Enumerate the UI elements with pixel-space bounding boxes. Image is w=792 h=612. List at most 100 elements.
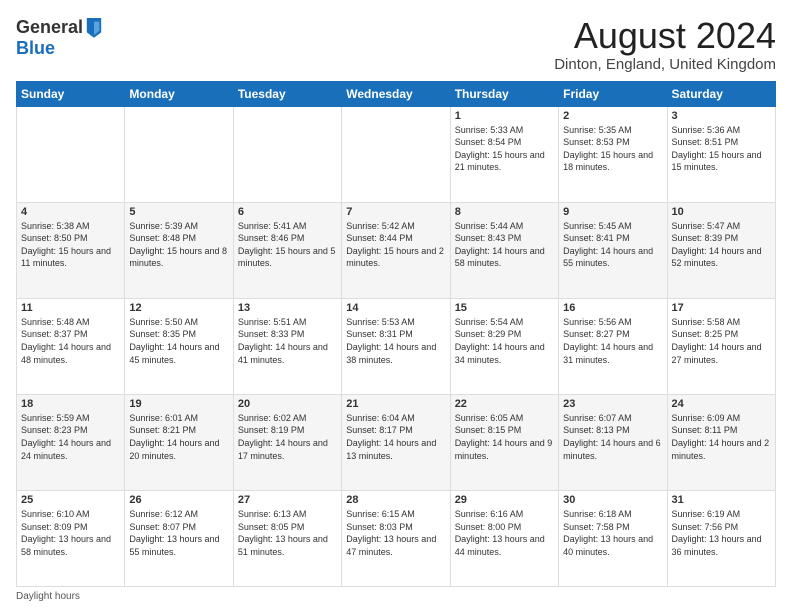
- day-info: Sunrise: 6:16 AM Sunset: 8:00 PM Dayligh…: [455, 508, 554, 558]
- day-number: 22: [455, 398, 554, 410]
- col-saturday: Saturday: [667, 81, 775, 106]
- day-cell: 14Sunrise: 5:53 AM Sunset: 8:31 PM Dayli…: [342, 298, 450, 394]
- day-number: 17: [672, 302, 771, 314]
- day-cell: 6 Sunrise: 5:41 AM Sunset: 8:46 PM Daylig…: [233, 202, 341, 298]
- logo-blue-text: Blue: [16, 38, 55, 58]
- day-number: 1: [455, 110, 554, 122]
- day-cell: 3 Sunrise: 5:36 AM Sunset: 8:51 PM Daylig…: [667, 106, 775, 202]
- day-info: Sunrise: 6:05 AM Sunset: 8:15 PM Dayligh…: [455, 412, 554, 462]
- col-sunday: Sunday: [17, 81, 125, 106]
- day-cell: 15 Sunrise: 5:54 AM Sunset: 8:29 PM Dayli…: [450, 298, 558, 394]
- day-number: 5: [129, 206, 228, 218]
- day-cell: 12 Sunrise: 5:50 AM Sunset: 8:35 PM Dayli…: [125, 298, 233, 394]
- day-number: 23: [563, 398, 662, 410]
- logo: General Blue: [16, 16, 103, 59]
- day-cell: 26 Sunrise: 6:12 AM Sunset: 8:07 PM Dayli…: [125, 490, 233, 586]
- day-number: 7: [346, 206, 445, 218]
- day-number: 2: [563, 110, 662, 122]
- logo-icon: [85, 16, 103, 38]
- day-number: 12: [129, 302, 228, 314]
- footer-note: Daylight hours: [16, 591, 776, 602]
- day-cell: 27Sunrise: 6:13 AM Sunset: 8:05 PM Dayli…: [233, 490, 341, 586]
- calendar-title: August 2024: [554, 16, 776, 56]
- day-info: Sunrise: 6:12 AM Sunset: 8:07 PM Dayligh…: [129, 508, 228, 558]
- day-number: 16: [563, 302, 662, 314]
- day-cell: [125, 106, 233, 202]
- header: General Blue August 2024 Dinton, England…: [16, 16, 776, 73]
- col-friday: Friday: [559, 81, 667, 106]
- day-info: Sunrise: 5:41 AM Sunset: 8:46 PM Dayligh…: [238, 220, 337, 270]
- day-cell: 31Sunrise: 6:19 AM Sunset: 7:56 PM Dayli…: [667, 490, 775, 586]
- day-number: 10: [672, 206, 771, 218]
- day-info: Sunrise: 5:44 AM Sunset: 8:43 PM Dayligh…: [455, 220, 554, 270]
- day-number: 15: [455, 302, 554, 314]
- calendar-subtitle: Dinton, England, United Kingdom: [554, 56, 776, 73]
- week-row-0: 1Sunrise: 5:33 AM Sunset: 8:54 PM Daylig…: [17, 106, 776, 202]
- day-info: Sunrise: 6:04 AM Sunset: 8:17 PM Dayligh…: [346, 412, 445, 462]
- day-info: Sunrise: 5:39 AM Sunset: 8:48 PM Dayligh…: [129, 220, 228, 270]
- day-cell: 21Sunrise: 6:04 AM Sunset: 8:17 PM Dayli…: [342, 394, 450, 490]
- day-cell: 17 Sunrise: 5:58 AM Sunset: 8:25 PM Dayli…: [667, 298, 775, 394]
- day-info: Sunrise: 5:54 AM Sunset: 8:29 PM Dayligh…: [455, 316, 554, 366]
- day-cell: 25 Sunrise: 6:10 AM Sunset: 8:09 PM Dayli…: [17, 490, 125, 586]
- day-info: Sunrise: 6:10 AM Sunset: 8:09 PM Dayligh…: [21, 508, 120, 558]
- day-cell: 18Sunrise: 5:59 AM Sunset: 8:23 PM Dayli…: [17, 394, 125, 490]
- day-number: 29: [455, 494, 554, 506]
- day-info: Sunrise: 5:42 AM Sunset: 8:44 PM Dayligh…: [346, 220, 445, 270]
- daylight-label: Daylight hours: [16, 591, 80, 602]
- week-row-1: 4Sunrise: 5:38 AM Sunset: 8:50 PM Daylig…: [17, 202, 776, 298]
- day-info: Sunrise: 6:07 AM Sunset: 8:13 PM Dayligh…: [563, 412, 662, 462]
- day-info: Sunrise: 5:51 AM Sunset: 8:33 PM Dayligh…: [238, 316, 337, 366]
- day-info: Sunrise: 5:47 AM Sunset: 8:39 PM Dayligh…: [672, 220, 771, 270]
- day-number: 3: [672, 110, 771, 122]
- day-cell: 16 Sunrise: 5:56 AM Sunset: 8:27 PM Dayli…: [559, 298, 667, 394]
- day-info: Sunrise: 6:02 AM Sunset: 8:19 PM Dayligh…: [238, 412, 337, 462]
- day-cell: 8 Sunrise: 5:44 AM Sunset: 8:43 PM Daylig…: [450, 202, 558, 298]
- day-cell: 13Sunrise: 5:51 AM Sunset: 8:33 PM Dayli…: [233, 298, 341, 394]
- day-cell: 20 Sunrise: 6:02 AM Sunset: 8:19 PM Dayli…: [233, 394, 341, 490]
- day-info: Sunrise: 5:53 AM Sunset: 8:31 PM Dayligh…: [346, 316, 445, 366]
- day-cell: 19 Sunrise: 6:01 AM Sunset: 8:21 PM Dayli…: [125, 394, 233, 490]
- day-info: Sunrise: 6:09 AM Sunset: 8:11 PM Dayligh…: [672, 412, 771, 462]
- header-row: Sunday Monday Tuesday Wednesday Thursday…: [17, 81, 776, 106]
- day-cell: [17, 106, 125, 202]
- title-block: August 2024 Dinton, England, United King…: [554, 16, 776, 73]
- week-row-3: 18Sunrise: 5:59 AM Sunset: 8:23 PM Dayli…: [17, 394, 776, 490]
- day-cell: [342, 106, 450, 202]
- day-cell: 22 Sunrise: 6:05 AM Sunset: 8:15 PM Dayli…: [450, 394, 558, 490]
- day-info: Sunrise: 5:36 AM Sunset: 8:51 PM Dayligh…: [672, 124, 771, 174]
- week-row-2: 11Sunrise: 5:48 AM Sunset: 8:37 PM Dayli…: [17, 298, 776, 394]
- day-number: 25: [21, 494, 120, 506]
- day-info: Sunrise: 5:35 AM Sunset: 8:53 PM Dayligh…: [563, 124, 662, 174]
- day-info: Sunrise: 6:15 AM Sunset: 8:03 PM Dayligh…: [346, 508, 445, 558]
- day-number: 20: [238, 398, 337, 410]
- day-cell: 5 Sunrise: 5:39 AM Sunset: 8:48 PM Daylig…: [125, 202, 233, 298]
- day-number: 27: [238, 494, 337, 506]
- day-cell: [233, 106, 341, 202]
- day-number: 9: [563, 206, 662, 218]
- day-number: 24: [672, 398, 771, 410]
- day-info: Sunrise: 6:01 AM Sunset: 8:21 PM Dayligh…: [129, 412, 228, 462]
- col-wednesday: Wednesday: [342, 81, 450, 106]
- day-cell: 24 Sunrise: 6:09 AM Sunset: 8:11 PM Dayli…: [667, 394, 775, 490]
- calendar-table: Sunday Monday Tuesday Wednesday Thursday…: [16, 81, 776, 587]
- day-info: Sunrise: 5:50 AM Sunset: 8:35 PM Dayligh…: [129, 316, 228, 366]
- day-number: 18: [21, 398, 120, 410]
- day-cell: 23 Sunrise: 6:07 AM Sunset: 8:13 PM Dayli…: [559, 394, 667, 490]
- page: General Blue August 2024 Dinton, England…: [0, 0, 792, 612]
- col-thursday: Thursday: [450, 81, 558, 106]
- day-number: 28: [346, 494, 445, 506]
- day-number: 6: [238, 206, 337, 218]
- day-number: 19: [129, 398, 228, 410]
- day-cell: 2 Sunrise: 5:35 AM Sunset: 8:53 PM Daylig…: [559, 106, 667, 202]
- day-number: 26: [129, 494, 228, 506]
- week-row-4: 25 Sunrise: 6:10 AM Sunset: 8:09 PM Dayli…: [17, 490, 776, 586]
- day-info: Sunrise: 6:19 AM Sunset: 7:56 PM Dayligh…: [672, 508, 771, 558]
- day-info: Sunrise: 5:56 AM Sunset: 8:27 PM Dayligh…: [563, 316, 662, 366]
- day-cell: 1Sunrise: 5:33 AM Sunset: 8:54 PM Daylig…: [450, 106, 558, 202]
- day-cell: 28 Sunrise: 6:15 AM Sunset: 8:03 PM Dayli…: [342, 490, 450, 586]
- day-info: Sunrise: 5:58 AM Sunset: 8:25 PM Dayligh…: [672, 316, 771, 366]
- day-cell: 4Sunrise: 5:38 AM Sunset: 8:50 PM Daylig…: [17, 202, 125, 298]
- day-cell: 9Sunrise: 5:45 AM Sunset: 8:41 PM Daylig…: [559, 202, 667, 298]
- day-number: 8: [455, 206, 554, 218]
